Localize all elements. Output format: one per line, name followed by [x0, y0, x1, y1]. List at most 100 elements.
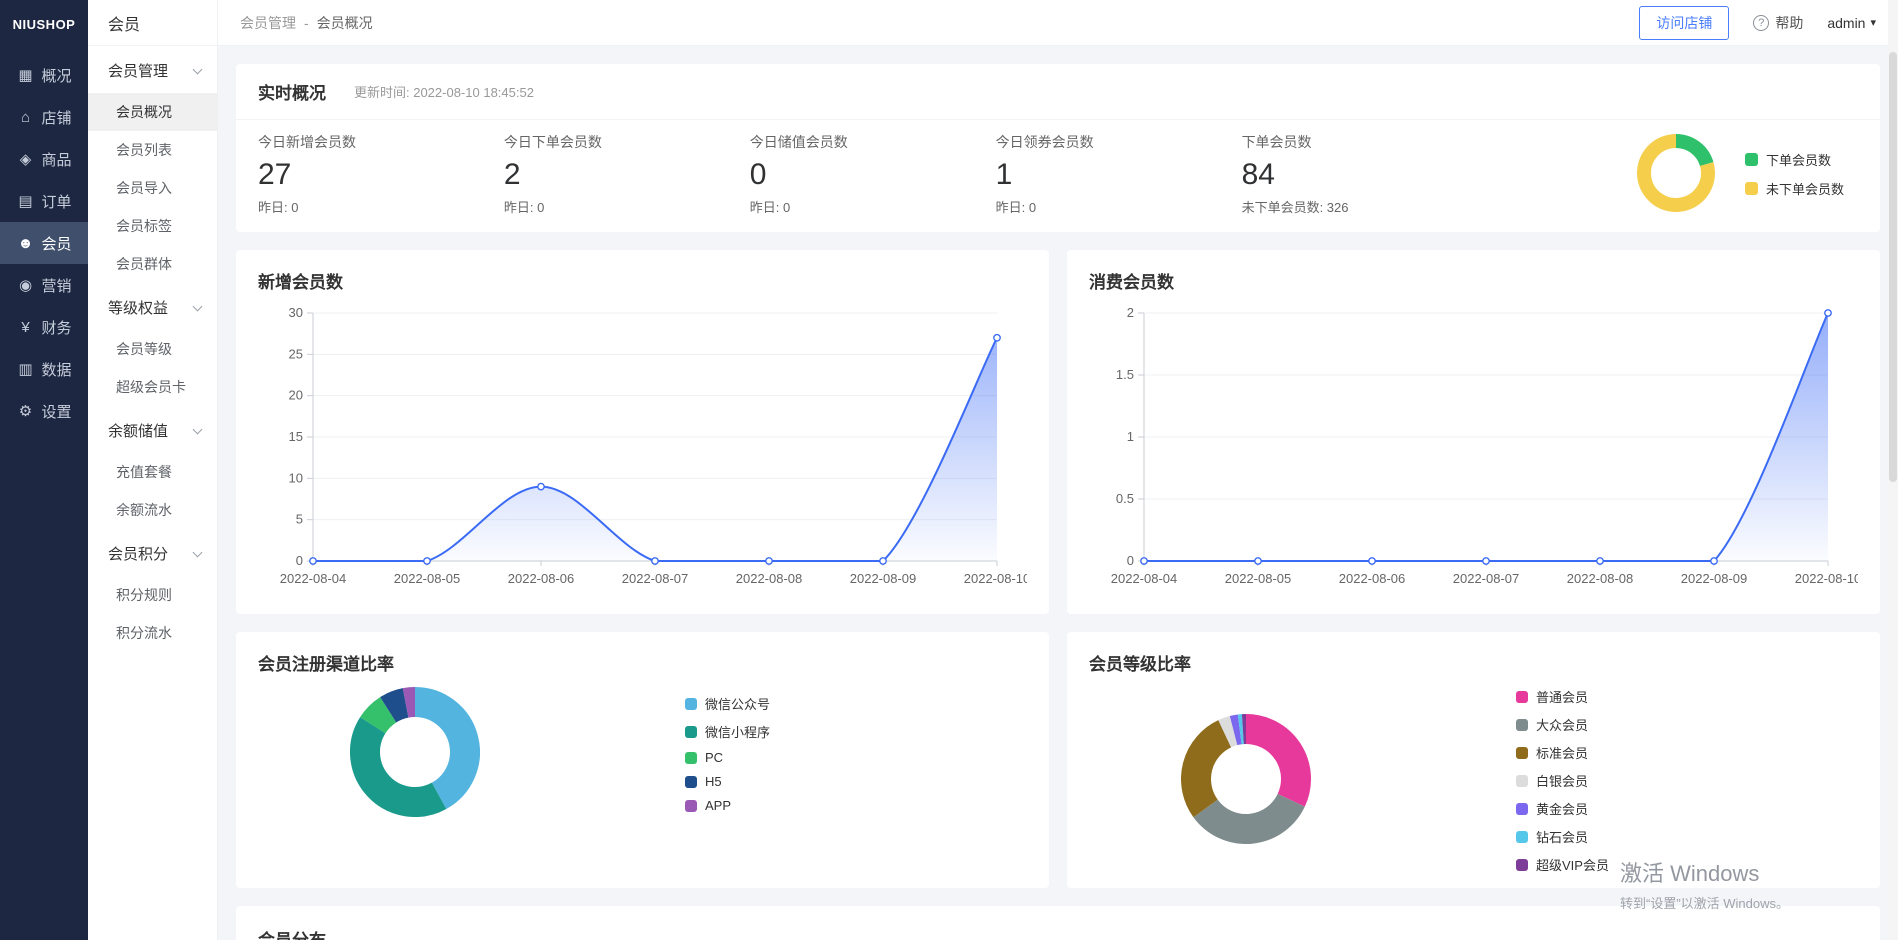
- donut-chart-svg: [1637, 134, 1715, 212]
- sidebar-item-members[interactable]: ☻ 会员: [0, 222, 88, 264]
- legend-item[interactable]: 白银会员: [1516, 771, 1609, 790]
- help-button[interactable]: ? 帮助: [1753, 13, 1803, 33]
- sidebar-group-level-rights[interactable]: 等级权益: [88, 283, 217, 330]
- svg-text:2022-08-09: 2022-08-09: [850, 571, 917, 586]
- sidebar-item-goods[interactable]: ◈ 商品: [0, 138, 88, 180]
- sidebar-item-orders[interactable]: ▤ 订单: [0, 180, 88, 222]
- legend-item[interactable]: 下单会员数: [1745, 150, 1844, 169]
- legend-label: 标准会员: [1536, 743, 1588, 762]
- sidebar-item-recharge-package[interactable]: 充值套餐: [88, 453, 217, 491]
- sidebar-item-balance-flow[interactable]: 余额流水: [88, 491, 217, 529]
- legend-label: 黄金会员: [1536, 799, 1588, 818]
- sidebar-group-member-management[interactable]: 会员管理: [88, 46, 217, 93]
- member-level-legend: 普通会员大众会员标准会员白银会员黄金会员钻石会员超级VIP会员: [1516, 687, 1609, 874]
- legend-item[interactable]: 大众会员: [1516, 715, 1609, 734]
- breadcrumb: 会员管理 - 会员概况: [240, 13, 373, 33]
- legend-item[interactable]: H5: [685, 774, 770, 789]
- stat-sub: 未下单会员数: 326: [1242, 197, 1488, 216]
- user-menu[interactable]: admin ▾: [1827, 15, 1876, 31]
- legend-item[interactable]: 普通会员: [1516, 687, 1609, 706]
- sidebar-item-label: 财务: [41, 317, 71, 338]
- legend-item[interactable]: 黄金会员: [1516, 799, 1609, 818]
- pie-body: 微信公众号微信小程序 PC H5 APP: [258, 687, 1027, 820]
- sidebar-item-label: 店铺: [41, 107, 71, 128]
- legend-item[interactable]: 钻石会员: [1516, 827, 1609, 846]
- register-channel-card: 会员注册渠道比率 微信公众号微信小程序 PC H5 APP: [236, 632, 1049, 888]
- data-icon: ▥: [16, 360, 34, 378]
- pie-body: 普通会员大众会员标准会员白银会员黄金会员钻石会员超级VIP会员: [1089, 687, 1858, 874]
- sidebar-item-label: 概况: [41, 65, 71, 86]
- sidebar-item-member-level[interactable]: 会员等级: [88, 330, 217, 368]
- svg-text:2022-08-10: 2022-08-10: [964, 571, 1027, 586]
- legend-marker: [1745, 182, 1758, 195]
- sidebar-item-finance[interactable]: ¥ 财务: [0, 306, 88, 348]
- question-icon: ?: [1753, 15, 1769, 31]
- stat-today-new-members: 今日新增会员数 27 昨日: 0: [258, 132, 504, 216]
- member-level-card: 会员等级比率 普通会员大众会员标准会员白银会员黄金会员钻石会员超级VIP会员: [1067, 632, 1880, 888]
- sidebar-item-member-list[interactable]: 会员列表: [88, 131, 217, 169]
- app-root: NIUSHOP ▦ 概况 ⌂ 店铺 ◈ 商品 ▤ 订单 ☻ 会员 ◉ 营销 ¥ …: [0, 0, 1898, 940]
- legend-label: 微信小程序: [705, 722, 770, 741]
- svg-text:2022-08-08: 2022-08-08: [736, 571, 803, 586]
- consume-members-line-chart[interactable]: 00.511.522022-08-042022-08-052022-08-062…: [1089, 299, 1858, 595]
- sidebar-item-points-rules[interactable]: 积分规则: [88, 576, 217, 614]
- sidebar-item-shop[interactable]: ⌂ 店铺: [0, 96, 88, 138]
- page-scrollbar[interactable]: [1888, 0, 1898, 940]
- svg-text:2022-08-05: 2022-08-05: [394, 571, 461, 586]
- legend-item[interactable]: 未下单会员数: [1745, 179, 1844, 198]
- finance-icon: ¥: [16, 319, 34, 336]
- card-title: 实时概况: [258, 79, 326, 104]
- legend-label: H5: [705, 774, 722, 789]
- visit-shop-button[interactable]: 访问店铺: [1639, 6, 1729, 40]
- breadcrumb-parent[interactable]: 会员管理: [240, 13, 296, 33]
- scrollbar-thumb[interactable]: [1889, 52, 1897, 482]
- dashboard-icon: ▦: [16, 66, 34, 84]
- sidebar-item-member-overview[interactable]: 会员概况: [88, 93, 217, 131]
- sidebar-item-label: 设置: [41, 401, 71, 422]
- svg-text:2022-08-04: 2022-08-04: [1111, 571, 1178, 586]
- order-ratio-donut-chart[interactable]: [1637, 134, 1715, 215]
- sidebar-item-member-groups[interactable]: 会员群体: [88, 245, 217, 283]
- donut-chart-svg: [350, 687, 480, 817]
- new-members-line-chart[interactable]: 0510152025302022-08-042022-08-052022-08-…: [258, 299, 1027, 595]
- legend-item[interactable]: 超级VIP会员: [1516, 855, 1609, 874]
- content-area: 实时概况 更新时间: 2022-08-10 18:45:52 今日新增会员数 2…: [218, 46, 1898, 940]
- chevron-down-icon: [193, 301, 203, 311]
- svg-text:1.5: 1.5: [1116, 367, 1134, 382]
- sidebar-item-marketing[interactable]: ◉ 营销: [0, 264, 88, 306]
- stat-value: 27: [258, 158, 504, 192]
- legend-item[interactable]: 微信小程序: [685, 722, 770, 741]
- legend-item[interactable]: 微信公众号: [685, 694, 770, 713]
- sidebar-item-settings[interactable]: ⚙ 设置: [0, 390, 88, 432]
- marketing-icon: ◉: [16, 276, 34, 294]
- svg-text:10: 10: [289, 470, 303, 485]
- legend-label: 普通会员: [1536, 687, 1588, 706]
- legend-label: 未下单会员数: [1766, 179, 1844, 198]
- legend-item[interactable]: APP: [685, 798, 770, 813]
- sidebar-item-label: 订单: [41, 191, 71, 212]
- legend-marker: [1516, 775, 1528, 787]
- sidebar-item-data[interactable]: ▥ 数据: [0, 348, 88, 390]
- register-channel-donut-chart[interactable]: [350, 687, 480, 820]
- legend-item[interactable]: PC: [685, 750, 770, 765]
- sidebar-item-member-import[interactable]: 会员导入: [88, 169, 217, 207]
- gear-icon: ⚙: [16, 402, 34, 420]
- legend-item[interactable]: 标准会员: [1516, 743, 1609, 762]
- chart-title: 消费会员数: [1089, 268, 1858, 293]
- svg-text:20: 20: [289, 388, 303, 403]
- sidebar-item-points-flow[interactable]: 积分流水: [88, 614, 217, 652]
- sidebar-item-overview[interactable]: ▦ 概况: [0, 54, 88, 96]
- sidebar-item-member-tags[interactable]: 会员标签: [88, 207, 217, 245]
- svg-text:1: 1: [1127, 429, 1134, 444]
- sidebar-group-balance-storage[interactable]: 余额储值: [88, 406, 217, 453]
- member-level-donut-chart[interactable]: [1181, 714, 1311, 847]
- stat-value: 0: [750, 158, 996, 192]
- legend-marker: [1516, 747, 1528, 759]
- sidebar-group-member-points[interactable]: 会员积分: [88, 529, 217, 576]
- stat-label: 今日储值会员数: [750, 132, 996, 152]
- chart-title: 会员注册渠道比率: [258, 650, 1027, 675]
- stat-sub: 昨日: 0: [504, 197, 750, 216]
- sidebar-item-super-member-card[interactable]: 超级会员卡: [88, 368, 217, 406]
- svg-text:2022-08-05: 2022-08-05: [1225, 571, 1292, 586]
- stat-today-coupon-members: 今日领券会员数 1 昨日: 0: [996, 132, 1242, 216]
